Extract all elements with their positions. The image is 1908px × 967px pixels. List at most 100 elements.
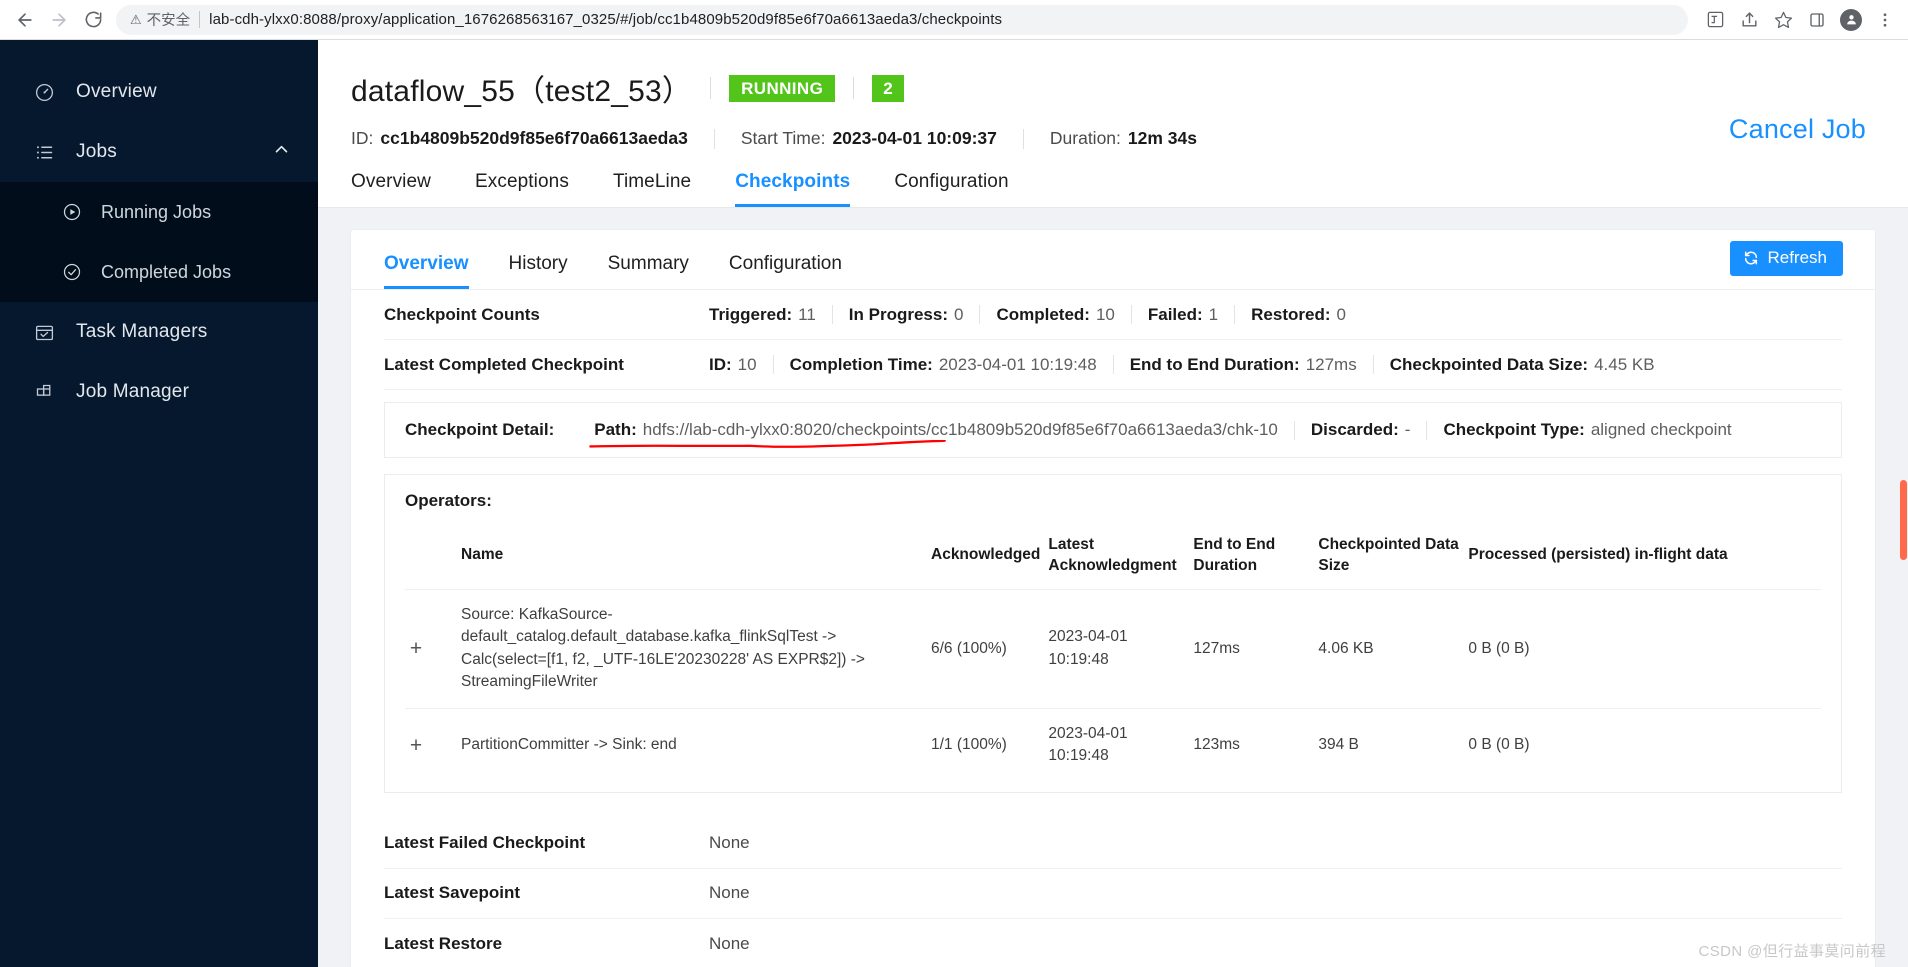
stat-value: 4.45 KB (1594, 354, 1655, 374)
checkpoint-path: Path: hdfs://lab-cdh-ylxx0:8020/checkpoi… (589, 420, 1278, 448)
sidebar-item-running-jobs[interactable]: Running Jobs (0, 182, 318, 242)
col-processed-in-flight: Processed (persisted) in-flight data (1468, 523, 1821, 590)
check-circle-icon (62, 262, 88, 282)
profile-avatar-icon[interactable] (1834, 3, 1868, 37)
stat-value: 1 (1208, 304, 1219, 324)
star-icon[interactable] (1766, 3, 1800, 37)
checkpoint-summary-section: Checkpoint Counts Triggered: 11 In Progr… (351, 290, 1875, 967)
checkpoint-counts-row: Checkpoint Counts Triggered: 11 In Progr… (384, 290, 1842, 340)
sidebar-item-overview[interactable]: Overview (0, 62, 318, 122)
expand-row-icon[interactable]: + (405, 734, 427, 756)
sidebar-item-task-managers[interactable]: Task Managers (0, 302, 318, 362)
detail-divider (1293, 420, 1295, 440)
stat-divider (1372, 355, 1374, 374)
row-end-to-end-duration: 127ms (1193, 589, 1319, 709)
stat-failed: Failed: 1 (1148, 305, 1218, 325)
row-latest-acknowledgment: 2023-04-01 10:19:48 (1048, 724, 1128, 765)
sidebar-item-completed-jobs[interactable]: Completed Jobs (0, 242, 318, 302)
sidebar-item-label: Job Manager (76, 381, 190, 402)
address-bar[interactable]: ⚠ 不安全 lab-cdh-ylxx0:8088/proxy/applicati… (116, 4, 1688, 35)
stat-value: 0 (953, 304, 964, 324)
latest-savepoint-value: None (709, 883, 750, 903)
stat-key: Checkpointed Data Size: (1389, 354, 1589, 374)
row-checkpointed-data-size: 394 B (1318, 735, 1359, 753)
watermark: CSDN @但行益事莫问前程 (1698, 943, 1886, 960)
refresh-button[interactable]: Refresh (1730, 241, 1843, 276)
tab-exceptions[interactable]: Exceptions (475, 171, 569, 207)
warning-triangle-icon: ⚠ (130, 11, 142, 27)
col-checkpointed-data-size: Checkpointed Data Size (1318, 523, 1469, 590)
row-acknowledged: 6/6 (100%) (931, 589, 1049, 709)
main-content: dataflow_55（test2_53） RUNNING 2 Cancel J… (318, 40, 1908, 967)
operators-box: Operators: Name Acknowledged Latest Ackn… (384, 474, 1842, 793)
back-button[interactable] (8, 3, 42, 37)
tab-checkpoints[interactable]: Checkpoints (735, 171, 851, 207)
stat-checkpointed-size: Checkpointed Data Size: 4.45 KB (1390, 355, 1655, 375)
stat-key: Triggered: (709, 304, 793, 324)
stat-key: In Progress: (848, 304, 948, 324)
play-circle-icon (62, 202, 88, 222)
checkpoint-tab-history[interactable]: History (509, 253, 568, 289)
parallelism-badge: 2 (872, 74, 905, 102)
stat-value: 127ms (1305, 354, 1357, 374)
sidebar-item-label: Task Managers (76, 321, 208, 342)
stat-divider (772, 355, 774, 374)
stat-value: 2023-04-01 10:19:48 (938, 354, 1097, 374)
detail-divider (1426, 420, 1428, 440)
expand-row-icon[interactable]: + (405, 638, 427, 660)
table-row[interactable]: + PartitionCommitter -> Sink: end 1/1 (1… (405, 708, 1821, 781)
forward-button[interactable] (42, 3, 76, 37)
meta-divider (1022, 128, 1024, 149)
stat-id: ID: 10 (709, 355, 757, 375)
job-header: dataflow_55（test2_53） RUNNING 2 Cancel J… (318, 40, 1908, 149)
sidebar-jobs-submenu: Running Jobs Completed Jobs (0, 182, 318, 302)
tab-overview[interactable]: Overview (351, 171, 431, 207)
latest-restore-value: None (709, 933, 750, 953)
refresh-label: Refresh (1767, 248, 1827, 267)
browser-actions (1698, 3, 1908, 37)
sidebar-item-jobs[interactable]: Jobs (0, 122, 318, 182)
tab-timeline[interactable]: TimeLine (613, 171, 691, 207)
row-name: PartitionCommitter -> Sink: end (461, 735, 677, 753)
table-row[interactable]: + Source: KafkaSource-default_catalog.de… (405, 589, 1821, 709)
scrollbar-thumb[interactable] (1900, 480, 1907, 560)
stat-completion-time: Completion Time: 2023-04-01 10:19:48 (790, 355, 1097, 375)
sidebar-item-job-manager[interactable]: Job Manager (0, 362, 318, 422)
checkpoint-tab-overview[interactable]: Overview (384, 253, 469, 289)
reload-button[interactable] (76, 3, 110, 37)
checkpoint-tab-configuration[interactable]: Configuration (729, 253, 842, 289)
chevron-up-icon[interactable] (273, 141, 290, 164)
stat-key: Restored: (1251, 304, 1331, 324)
checkpoint-detail-box: Checkpoint Detail: Path: hdfs://lab-cdh-… (384, 402, 1842, 458)
row-acknowledged: 1/1 (100%) (931, 735, 1007, 753)
sidebar-sub-label: Running Jobs (101, 201, 212, 222)
stat-key: ID: (709, 354, 732, 374)
job-meta-row: ID: cc1b4809b520d9f85e6f70a6613aeda3 Sta… (351, 128, 1866, 149)
side-panel-icon[interactable] (1800, 3, 1834, 37)
latest-failed-value: None (709, 833, 750, 853)
omnibox-divider (199, 11, 201, 28)
checkpoint-tab-summary[interactable]: Summary (608, 253, 689, 289)
stat-in-progress: In Progress: 0 (849, 305, 964, 325)
three-dot-menu-icon[interactable] (1868, 3, 1902, 37)
share-icon[interactable] (1732, 3, 1766, 37)
page-scrollbar[interactable] (1898, 40, 1908, 967)
sidebar-sub-label: Completed Jobs (101, 261, 232, 282)
operators-table-head: Name Acknowledged Latest Acknowledgment … (405, 523, 1821, 590)
checkpoint-tabs: Overview History Summary Configuration R… (351, 230, 1875, 290)
start-time-value: 2023-04-01 10:09:37 (832, 128, 997, 148)
badge-divider (853, 77, 855, 99)
checkpoint-detail-label: Checkpoint Detail: (405, 420, 555, 439)
translate-icon[interactable] (1698, 3, 1732, 37)
sidebar-item-label: Overview (76, 81, 157, 102)
start-time-label: Start Time: (740, 128, 826, 148)
latest-completed-stats: ID: 10 Completion Time: 2023-04-01 10:19… (709, 355, 1655, 375)
row-end-to-end-duration: 123ms (1193, 735, 1240, 753)
cancel-job-button[interactable]: Cancel Job (1729, 114, 1866, 145)
job-id-value: cc1b4809b520d9f85e6f70a6613aeda3 (380, 128, 688, 148)
tab-configuration[interactable]: Configuration (894, 171, 1008, 207)
meta-divider (713, 128, 715, 149)
security-indicator[interactable]: ⚠ 不安全 (130, 9, 190, 30)
stat-divider (979, 305, 981, 324)
arrow-right-icon (52, 12, 66, 27)
